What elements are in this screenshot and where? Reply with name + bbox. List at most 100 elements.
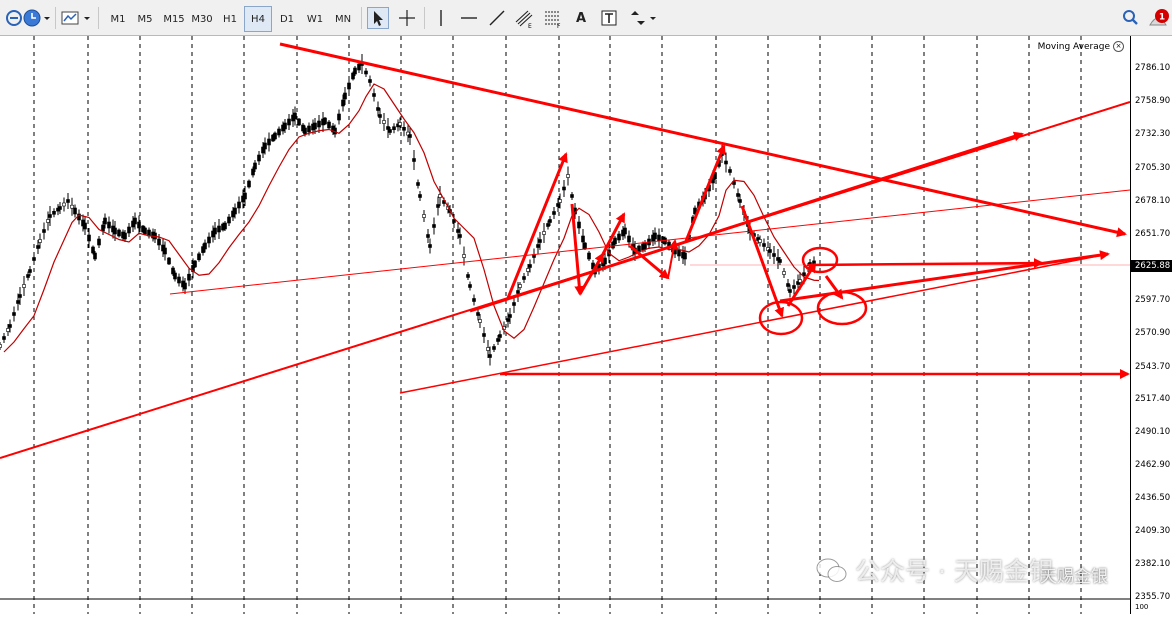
candle-body bbox=[357, 63, 361, 71]
candle-body bbox=[143, 227, 147, 235]
chevron-down-icon[interactable] bbox=[82, 7, 92, 29]
candle-body bbox=[97, 238, 101, 246]
candle-body bbox=[486, 347, 490, 351]
timeframe-h1-button[interactable]: H1 bbox=[216, 6, 244, 32]
zigzag-arrow-up bbox=[684, 144, 726, 242]
timeframe-h4-button[interactable]: H4 bbox=[244, 6, 272, 32]
candle-body bbox=[762, 243, 766, 247]
chevron-down-icon[interactable] bbox=[42, 7, 52, 29]
candle-body bbox=[217, 225, 221, 233]
candle-body bbox=[492, 346, 496, 350]
candle-body bbox=[12, 312, 16, 316]
candle-body bbox=[157, 238, 161, 246]
candle-body bbox=[273, 132, 277, 140]
horizontal-line-icon[interactable] bbox=[458, 7, 480, 29]
timeframe-mn-button[interactable]: MN bbox=[329, 6, 357, 32]
candle-body bbox=[758, 239, 762, 243]
toolbar-separator bbox=[424, 7, 425, 29]
timeframe-m5-button[interactable]: M5 bbox=[131, 6, 159, 32]
candle-body bbox=[93, 252, 97, 260]
price-tick: 2597.70 bbox=[1135, 295, 1171, 305]
candle-body bbox=[48, 214, 52, 218]
arrow-shapes-icon[interactable] bbox=[627, 7, 649, 29]
search-icon[interactable] bbox=[1120, 7, 1142, 29]
crosshair-icon[interactable] bbox=[396, 7, 418, 29]
candle-body bbox=[337, 113, 341, 121]
clock-icon[interactable] bbox=[22, 7, 44, 29]
candle-body bbox=[207, 236, 211, 244]
candle-body bbox=[643, 242, 647, 250]
candle-body bbox=[627, 235, 631, 243]
candle-body bbox=[542, 231, 546, 235]
candle-body bbox=[73, 207, 77, 215]
cursor-icon[interactable] bbox=[367, 7, 389, 29]
candle-body bbox=[482, 333, 486, 337]
price-tick: 2678.10 bbox=[1135, 196, 1171, 206]
candle-body bbox=[52, 211, 56, 215]
candle-body bbox=[137, 221, 141, 229]
equidistant-channel-icon[interactable]: E bbox=[514, 7, 536, 30]
candle-body bbox=[364, 70, 368, 75]
svg-text:F: F bbox=[557, 23, 561, 29]
candle-body bbox=[478, 319, 482, 323]
chevron-down-icon[interactable] bbox=[648, 7, 658, 29]
price-tick: 2355.70 bbox=[1135, 592, 1171, 602]
timeframe-d1-button[interactable]: D1 bbox=[273, 6, 301, 32]
indicator-label[interactable]: Moving Average × bbox=[1038, 41, 1124, 52]
candle-body bbox=[788, 289, 792, 293]
trendline-icon[interactable] bbox=[486, 7, 508, 29]
timeframe-w1-button[interactable]: W1 bbox=[301, 6, 329, 32]
vertical-line-icon[interactable] bbox=[430, 7, 452, 29]
fibonacci-icon[interactable]: F bbox=[542, 7, 564, 30]
candle-body bbox=[466, 274, 470, 278]
candle-body bbox=[456, 229, 460, 233]
candle-body bbox=[432, 224, 436, 228]
close-icon[interactable]: × bbox=[1113, 41, 1124, 52]
toolbar-separator bbox=[98, 7, 99, 29]
candle-body bbox=[253, 162, 257, 170]
candle-body bbox=[462, 254, 466, 258]
candle-body bbox=[408, 134, 412, 138]
candle-body bbox=[183, 282, 187, 290]
candle-body bbox=[617, 233, 621, 241]
candle-body bbox=[778, 259, 782, 263]
candle-body bbox=[307, 125, 311, 133]
candle-body bbox=[418, 194, 422, 198]
notification-icon[interactable]: 1 bbox=[1148, 7, 1170, 29]
candle-body bbox=[398, 122, 402, 126]
candle-body bbox=[123, 232, 127, 240]
candle-body bbox=[247, 180, 251, 188]
candle-body bbox=[528, 264, 532, 268]
lower-support-line bbox=[399, 253, 1109, 394]
candle-body bbox=[133, 217, 137, 225]
candle-body bbox=[798, 279, 802, 283]
candle-body bbox=[512, 302, 516, 306]
candle-body bbox=[327, 121, 331, 129]
candle-body bbox=[392, 126, 396, 130]
candle-body bbox=[548, 219, 552, 223]
candle-body bbox=[376, 107, 380, 111]
price-chart[interactable] bbox=[0, 36, 1131, 614]
candle-body bbox=[472, 298, 476, 302]
text-label-icon[interactable] bbox=[599, 7, 621, 29]
price-tick: 2705.30 bbox=[1135, 163, 1171, 173]
timeframe-m1-button[interactable]: M1 bbox=[104, 6, 132, 32]
candle-body bbox=[341, 99, 345, 107]
candle-body bbox=[498, 334, 502, 338]
candle-body bbox=[581, 235, 585, 243]
candle-body bbox=[738, 199, 742, 203]
candle-body bbox=[426, 234, 430, 238]
candle-body bbox=[91, 246, 95, 254]
timeframe-m30-button[interactable]: M30 bbox=[188, 6, 216, 32]
timeframe-m15-button[interactable]: M15 bbox=[160, 6, 188, 32]
chart-canvas[interactable] bbox=[0, 36, 1131, 614]
candle-body bbox=[372, 93, 376, 97]
candle-body bbox=[28, 269, 32, 273]
candle-body bbox=[107, 221, 111, 229]
candle-body bbox=[0, 344, 2, 348]
chart-template-icon[interactable] bbox=[60, 7, 82, 29]
candle-body bbox=[177, 276, 181, 284]
candle-body bbox=[187, 273, 191, 281]
candle-body bbox=[382, 120, 386, 124]
text-tool-button[interactable]: A bbox=[574, 6, 588, 30]
